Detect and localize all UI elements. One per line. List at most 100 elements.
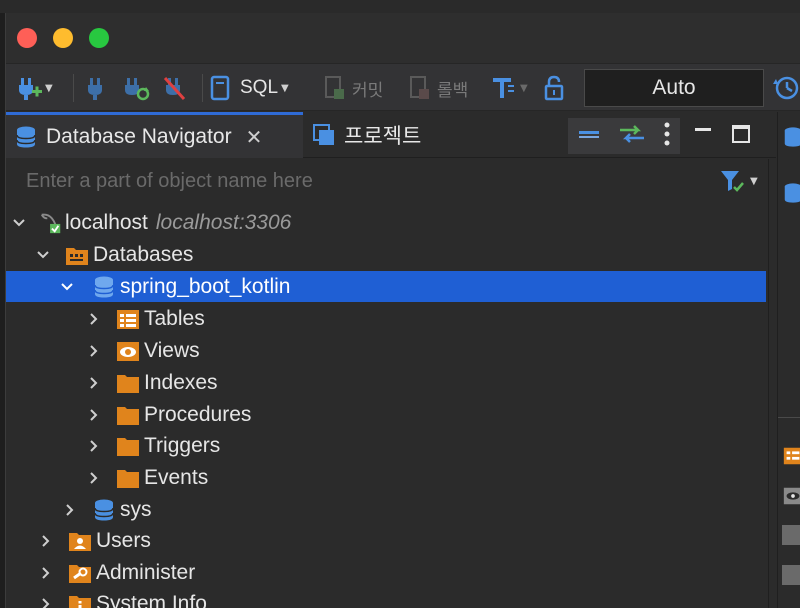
- rollback-button[interactable]: 롤백: [409, 73, 468, 103]
- close-tab-icon[interactable]: ✕: [246, 125, 263, 149]
- panel-divider: [778, 417, 800, 418]
- folder-icon: [116, 403, 140, 427]
- database-stack-icon: [784, 183, 800, 203]
- chevron-right-icon[interactable]: [86, 311, 102, 327]
- tab-database-navigator[interactable]: Database Navigator ✕: [6, 112, 303, 158]
- sql-script-icon: [210, 75, 230, 101]
- sql-label: SQL: [240, 77, 279, 98]
- disconnect-button[interactable]: [162, 73, 188, 103]
- reconnect-button[interactable]: [122, 73, 150, 103]
- transaction-t-icon: [493, 78, 514, 98]
- chevron-right-icon[interactable]: [86, 470, 102, 486]
- chevron-down-icon[interactable]: [59, 279, 75, 295]
- maximize-view-icon[interactable]: [731, 124, 751, 148]
- commit-label: 커밋: [352, 80, 384, 100]
- eye-icon: [116, 339, 140, 363]
- tables-icon: [783, 447, 800, 465]
- connect-button[interactable]: [84, 73, 108, 103]
- tab-database-navigator-label: Database Navigator: [46, 124, 232, 148]
- database-icon: [92, 498, 116, 522]
- chevron-right-icon[interactable]: [86, 438, 102, 454]
- connection-name: localhost: [65, 210, 148, 234]
- chevron-right-icon[interactable]: [38, 596, 54, 608]
- transaction-mode-button[interactable]: ▼: [491, 73, 528, 103]
- database-stack-icon: [784, 127, 800, 147]
- new-connection-button[interactable]: ▼: [16, 73, 53, 103]
- desktop-strip: [0, 0, 800, 13]
- eye-icon: [783, 487, 800, 505]
- mysql-connection-icon: [39, 211, 63, 235]
- tree-node-system-info[interactable]: System Info: [6, 588, 766, 608]
- tree-node-indexes[interactable]: Indexes: [6, 367, 766, 398]
- tables-icon: [116, 307, 140, 331]
- chevron-down-icon[interactable]: [35, 247, 51, 263]
- zoom-window-button[interactable]: [89, 28, 109, 48]
- databases-label: Databases: [93, 242, 194, 266]
- tree-node-schema-selected[interactable]: spring_boot_kotlin: [6, 271, 766, 302]
- info-folder-icon: [68, 592, 92, 608]
- history-icon: [773, 76, 799, 100]
- tree-node-views[interactable]: Views: [6, 335, 766, 366]
- tables-label: Tables: [144, 306, 205, 330]
- events-label: Events: [144, 465, 209, 489]
- toolbar-separator: [202, 74, 203, 102]
- chevron-right-icon[interactable]: [86, 407, 102, 423]
- project-window-icon: [312, 123, 336, 147]
- rollback-label: 롤백: [437, 80, 469, 100]
- minimize-window-button[interactable]: [53, 28, 73, 48]
- schema-name: spring_boot_kotlin: [120, 274, 291, 298]
- tree-node-users[interactable]: Users: [6, 525, 766, 556]
- lock-icon: [544, 75, 564, 101]
- view-tab-bar: Database Navigator ✕ 프로젝트: [6, 112, 776, 158]
- tree-node-administer[interactable]: Administer: [6, 557, 766, 588]
- system-info-label: System Info: [96, 591, 207, 608]
- folder-icon: [116, 466, 140, 490]
- view-toolbar: [568, 118, 680, 154]
- chevron-right-icon[interactable]: [86, 375, 102, 391]
- app-window: ▼ SQL ▼ 커밋 롤백 ▼ Auto Database Navigator …: [5, 13, 800, 608]
- folder-icon: [116, 434, 140, 458]
- chevron-right-icon[interactable]: [62, 502, 78, 518]
- tree-node-sys[interactable]: sys: [6, 494, 766, 525]
- toolbar-separator: [73, 74, 74, 102]
- object-filter: ▼: [26, 165, 766, 197]
- object-filter-input[interactable]: [26, 169, 706, 193]
- tree-node-procedures[interactable]: Procedures: [6, 399, 766, 430]
- tab-project[interactable]: 프로젝트: [304, 112, 444, 158]
- view-menu-icon[interactable]: [663, 121, 671, 151]
- history-button[interactable]: [772, 73, 800, 103]
- link-with-editor-icon[interactable]: [618, 124, 646, 148]
- plug-refresh-icon: [125, 78, 150, 101]
- main-toolbar: ▼ SQL ▼ 커밋 롤백 ▼ Auto: [6, 63, 800, 111]
- chevron-right-icon[interactable]: [86, 343, 102, 359]
- minimize-view-icon[interactable]: [694, 124, 712, 146]
- sys-label: sys: [120, 497, 152, 521]
- close-window-button[interactable]: [17, 28, 37, 48]
- users-label: Users: [96, 528, 151, 552]
- tree-node-events[interactable]: Events: [6, 462, 766, 493]
- procedures-label: Procedures: [144, 402, 252, 426]
- views-label: Views: [144, 338, 200, 362]
- folder-icon: [782, 525, 800, 545]
- plug-disconnect-icon: [163, 76, 186, 101]
- panel-splitter[interactable]: [768, 159, 776, 608]
- tree-node-tables[interactable]: Tables: [6, 303, 766, 334]
- chevron-down-icon[interactable]: [11, 215, 27, 231]
- tree-node-connection[interactable]: localhost localhost:3306: [6, 207, 766, 238]
- wrench-folder-icon: [68, 561, 92, 585]
- plug-icon: [88, 78, 102, 100]
- chevron-right-icon[interactable]: [38, 533, 54, 549]
- rollback-icon: [410, 76, 429, 99]
- collapse-all-icon[interactable]: [577, 125, 601, 147]
- tree-node-triggers[interactable]: Triggers: [6, 430, 766, 461]
- tree-node-databases[interactable]: Databases: [6, 239, 766, 270]
- plug-plus-icon: [19, 78, 42, 100]
- commit-button[interactable]: 커밋: [324, 73, 383, 103]
- sql-editor-button[interactable]: SQL ▼: [210, 73, 289, 103]
- chevron-right-icon[interactable]: [38, 565, 54, 581]
- transaction-mode-field[interactable]: Auto: [584, 69, 764, 107]
- filter-settings-button[interactable]: ▼: [720, 169, 758, 193]
- lock-button[interactable]: [542, 73, 566, 103]
- connection-address: localhost:3306: [155, 210, 292, 234]
- filter-check-icon: [721, 171, 744, 192]
